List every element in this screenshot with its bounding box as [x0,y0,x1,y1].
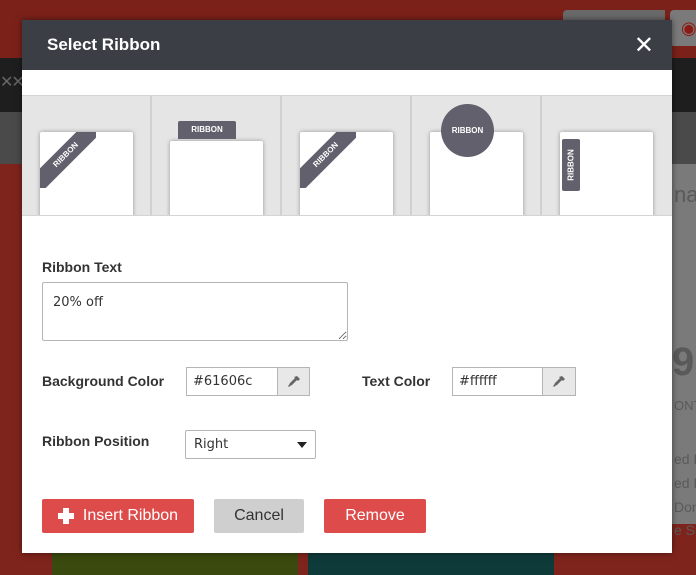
cancel-label: Cancel [234,507,284,524]
select-ribbon-dialog: Select Ribbon ✕ RIBBON RIBBON RIBBON RIB… [22,20,672,553]
dialog-title: Select Ribbon [47,35,161,54]
bg-side-text: e Su [674,522,696,538]
ribbon-preview-label: RIBBON [441,104,494,157]
ribbon-preview-card: RIBBON [300,132,393,215]
ribbon-position-select[interactable]: Right [185,430,316,459]
ribbon-text-input[interactable]: 20% off [42,282,348,341]
cancel-button[interactable]: Cancel [214,499,304,533]
close-icon[interactable]: ✕ [634,33,654,57]
ribbon-option-side[interactable]: RIBBON [542,96,672,215]
plus-icon [57,508,74,524]
bg-side-text: ONT [674,398,696,413]
bg-logo: ✕✕ [0,72,25,91]
background-color-label: Background Color [42,373,165,389]
text-color-label: Text Color [362,373,431,389]
ribbon-preview-label: RIBBON [178,121,236,139]
dialog-header: Select Ribbon ✕ [22,20,672,70]
ribbon-preview-card: RIBBON [40,132,133,215]
ribbon-option-corner-diagonal[interactable]: RIBBON [282,96,412,215]
text-color-input[interactable] [452,367,542,396]
bg-side-text: nat [674,182,696,207]
bg-green-block [52,552,298,575]
ribbon-preview-label: RIBBON [566,149,576,181]
ribbon-style-list: RIBBON RIBBON RIBBON RIBBON RIBBON [22,95,672,216]
bg-side-text: Don [674,499,696,515]
insert-ribbon-button[interactable]: Insert Ribbon [42,499,194,533]
ribbon-position-label: Ribbon Position [42,433,150,449]
remove-button[interactable]: Remove [324,499,426,533]
text-color-group [452,367,576,396]
ribbon-text-label: Ribbon Text [42,259,122,275]
ribbon-preview-label: RIBBON [300,132,356,188]
insert-ribbon-label: Insert Ribbon [82,507,179,524]
ribbon-option-corner-left[interactable]: RIBBON [22,96,152,215]
chevron-down-icon [297,441,307,448]
remove-label: Remove [345,507,405,524]
background-color-input[interactable] [186,367,277,396]
ribbon-preview-label: RIBBON [40,132,96,188]
bg-teal-block [308,552,554,575]
background-color-group [186,367,310,396]
bg-side-text: ed D [674,475,696,491]
ribbon-position-value: Right [194,437,229,452]
bg-side-text: ed D [674,451,696,467]
ribbon-preview-card [170,141,263,215]
ribbon-option-circle[interactable]: RIBBON [412,96,542,215]
eyedropper-icon[interactable] [277,367,310,396]
corner-ribbon-wrap: RIBBON [40,132,96,188]
eye-icon: ◉ [681,18,696,39]
ribbon-option-top-tab[interactable]: RIBBON [152,96,282,215]
eyedropper-icon[interactable] [542,367,576,396]
bg-big-number: 9 [672,340,695,384]
ribbon-preview-side-tab: RIBBON [562,139,580,191]
corner-ribbon-wrap: RIBBON [300,132,356,188]
